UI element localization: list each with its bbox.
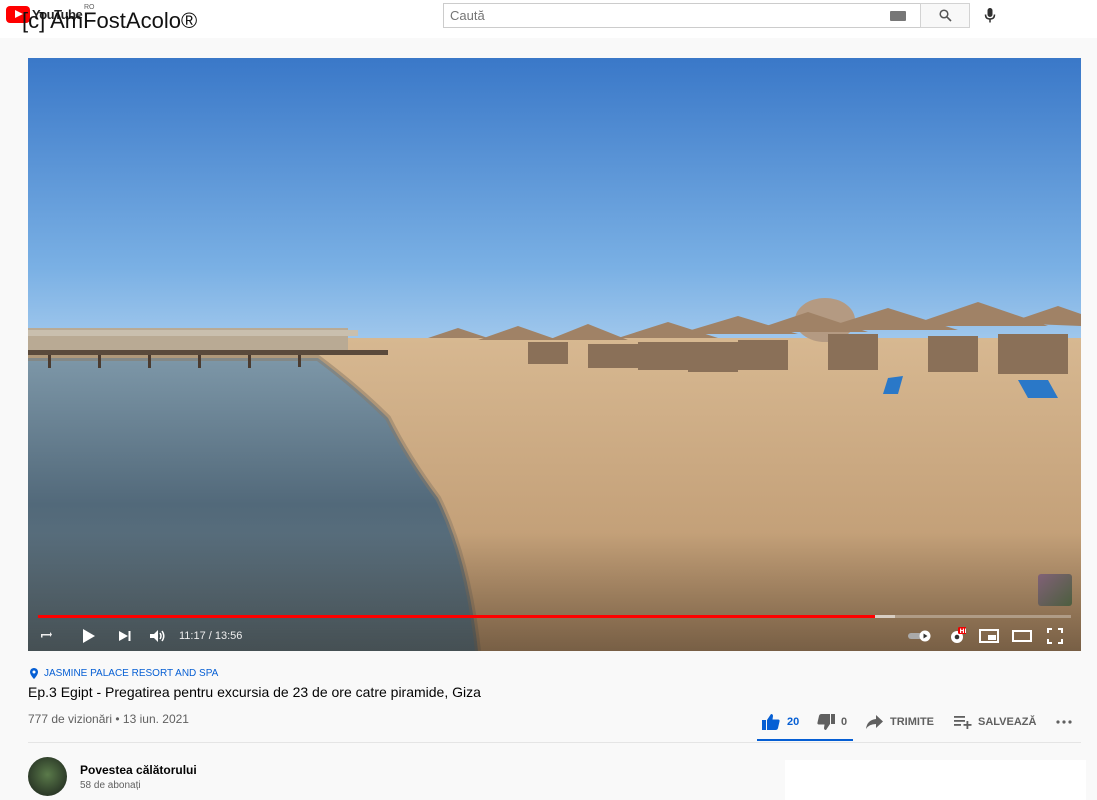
keyboard-icon[interactable] [890, 11, 906, 21]
divider [28, 742, 1081, 743]
like-button[interactable]: 20 [762, 712, 799, 732]
thumbs-up-icon [762, 714, 780, 730]
video-player[interactable]: 11:17 / 13:56 HD [28, 58, 1081, 651]
play-icon [83, 629, 95, 643]
autoplay-toggle[interactable] [907, 627, 933, 645]
share-label: TRIMITE [890, 716, 934, 728]
hd-badge: HD [960, 628, 967, 635]
like-count: 20 [787, 716, 800, 728]
search-icon [938, 9, 952, 22]
progress-fill [38, 615, 875, 618]
gear-icon: HD [951, 627, 967, 643]
save-label: SALVEAZĂ [978, 716, 1037, 728]
sidebar-panel [785, 760, 1086, 800]
dislike-button[interactable]: 0 [817, 712, 847, 732]
fullscreen-button[interactable] [1044, 627, 1066, 645]
channel-name[interactable]: Povestea călătorului [80, 763, 197, 777]
video-actions: 20 0 TRIMITE SALVEAZĂ [760, 712, 1080, 732]
play-button[interactable] [80, 627, 98, 645]
site-watermark: [c] AmFostAcolo® [22, 8, 198, 33]
volume-button[interactable] [147, 627, 169, 645]
video-title: Ep.3 Egipt - Pregatirea pentru excursia … [28, 684, 481, 700]
progress-bar[interactable] [38, 615, 1071, 618]
voice-search-button[interactable] [980, 5, 1000, 25]
miniplayer-button[interactable] [978, 627, 1000, 645]
channel-avatar[interactable] [28, 757, 67, 796]
miniplayer-icon [979, 629, 999, 643]
skip-next-icon [119, 631, 131, 641]
theater-icon [1012, 630, 1032, 642]
time-display: 11:17 / 13:56 [179, 630, 243, 642]
playlist-add-icon [954, 716, 972, 729]
theater-mode-button[interactable] [1011, 627, 1033, 645]
next-button[interactable] [116, 627, 134, 645]
subscriber-count: 58 de abonați [80, 780, 141, 791]
microphone-icon [984, 7, 996, 22]
share-button[interactable]: TRIMITE [866, 712, 934, 732]
like-ratio-bar [757, 739, 853, 741]
repeat-icon [41, 632, 52, 638]
more-horizontal-icon [1056, 720, 1072, 724]
location-text: JASMINE PALACE RESORT AND SPA [44, 668, 219, 679]
player-controls: 11:17 / 13:56 HD [28, 621, 1081, 651]
search-box[interactable] [443, 3, 921, 28]
more-actions-button[interactable] [1056, 712, 1072, 732]
thumbs-down-icon [817, 714, 835, 730]
video-meta: 777 de vizionări • 13 iun. 2021 [28, 712, 189, 726]
volume-icon [150, 630, 165, 642]
loop-button[interactable] [38, 627, 54, 645]
search-button[interactable] [920, 3, 970, 28]
settings-button[interactable]: HD [946, 627, 968, 645]
top-bar: YouTube RO [c] AmFostAcolo® [0, 0, 1097, 38]
channel-watermark[interactable] [1038, 574, 1072, 606]
location-link[interactable]: JASMINE PALACE RESORT AND SPA [30, 668, 218, 679]
dislike-count: 0 [841, 716, 848, 728]
search-input[interactable] [444, 4, 864, 27]
location-pin-icon [30, 668, 38, 679]
share-icon [866, 715, 883, 729]
fullscreen-icon [1047, 628, 1063, 644]
video-frame-beach [28, 58, 1081, 651]
autoplay-toggle-icon [908, 630, 931, 642]
save-button[interactable]: SALVEAZĂ [954, 712, 1036, 732]
